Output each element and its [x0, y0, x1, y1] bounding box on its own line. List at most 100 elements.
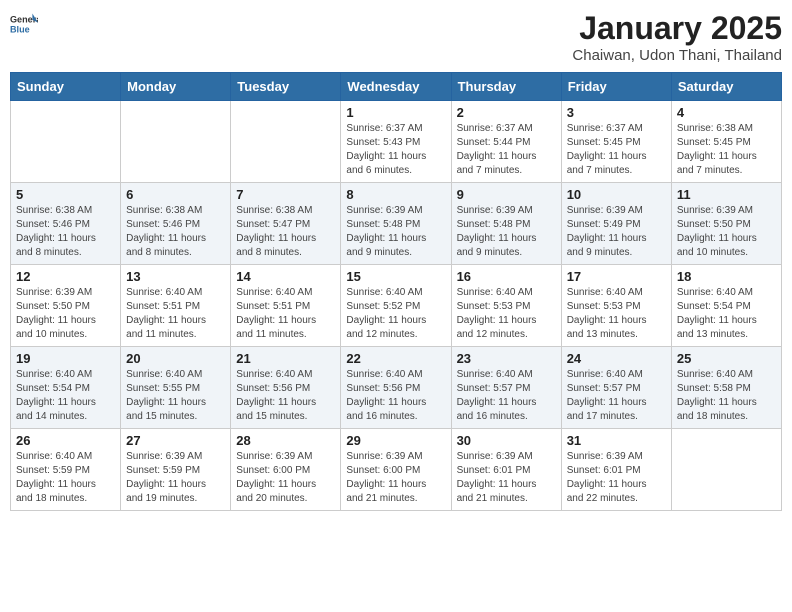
day-number: 21: [236, 351, 335, 366]
sub-title: Chaiwan, Udon Thani, Thailand: [572, 47, 782, 64]
day-number: 5: [16, 187, 115, 202]
day-number: 15: [346, 269, 445, 284]
calendar-day-cell: [231, 101, 341, 183]
calendar-day-cell: 4 Sunrise: 6:38 AMSunset: 5:45 PMDayligh…: [671, 101, 781, 183]
calendar-week-row: 1 Sunrise: 6:37 AMSunset: 5:43 PMDayligh…: [11, 101, 782, 183]
calendar-day-cell: [121, 101, 231, 183]
day-info: Sunrise: 6:38 AMSunset: 5:47 PMDaylight:…: [236, 204, 335, 260]
calendar-day-cell: 26 Sunrise: 6:40 AMSunset: 5:59 PMDaylig…: [11, 429, 121, 511]
day-number: 10: [567, 187, 666, 202]
day-info: Sunrise: 6:40 AMSunset: 5:53 PMDaylight:…: [457, 286, 556, 342]
day-info: Sunrise: 6:39 AMSunset: 5:50 PMDaylight:…: [16, 286, 115, 342]
calendar-day-cell: 30 Sunrise: 6:39 AMSunset: 6:01 PMDaylig…: [451, 429, 561, 511]
day-number: 12: [16, 269, 115, 284]
day-header-tuesday: Tuesday: [231, 73, 341, 101]
calendar-day-cell: 16 Sunrise: 6:40 AMSunset: 5:53 PMDaylig…: [451, 265, 561, 347]
day-number: 22: [346, 351, 445, 366]
day-number: 1: [346, 105, 445, 120]
calendar-header-row: SundayMondayTuesdayWednesdayThursdayFrid…: [11, 73, 782, 101]
day-number: 2: [457, 105, 556, 120]
calendar-day-cell: 8 Sunrise: 6:39 AMSunset: 5:48 PMDayligh…: [341, 183, 451, 265]
calendar-day-cell: 17 Sunrise: 6:40 AMSunset: 5:53 PMDaylig…: [561, 265, 671, 347]
day-info: Sunrise: 6:40 AMSunset: 5:51 PMDaylight:…: [236, 286, 335, 342]
day-info: Sunrise: 6:37 AMSunset: 5:43 PMDaylight:…: [346, 122, 445, 178]
calendar-day-cell: 3 Sunrise: 6:37 AMSunset: 5:45 PMDayligh…: [561, 101, 671, 183]
calendar-day-cell: 22 Sunrise: 6:40 AMSunset: 5:56 PMDaylig…: [341, 347, 451, 429]
day-header-sunday: Sunday: [11, 73, 121, 101]
day-info: Sunrise: 6:39 AMSunset: 6:00 PMDaylight:…: [346, 450, 445, 506]
day-info: Sunrise: 6:40 AMSunset: 5:54 PMDaylight:…: [677, 286, 776, 342]
calendar-day-cell: 27 Sunrise: 6:39 AMSunset: 5:59 PMDaylig…: [121, 429, 231, 511]
day-header-thursday: Thursday: [451, 73, 561, 101]
calendar-day-cell: 31 Sunrise: 6:39 AMSunset: 6:01 PMDaylig…: [561, 429, 671, 511]
day-number: 30: [457, 433, 556, 448]
day-number: 24: [567, 351, 666, 366]
day-info: Sunrise: 6:37 AMSunset: 5:44 PMDaylight:…: [457, 122, 556, 178]
page-header: General Blue January 2025 Chaiwan, Udon …: [10, 10, 782, 64]
day-header-saturday: Saturday: [671, 73, 781, 101]
calendar-week-row: 26 Sunrise: 6:40 AMSunset: 5:59 PMDaylig…: [11, 429, 782, 511]
day-info: Sunrise: 6:40 AMSunset: 5:57 PMDaylight:…: [567, 368, 666, 424]
day-number: 18: [677, 269, 776, 284]
day-info: Sunrise: 6:40 AMSunset: 5:52 PMDaylight:…: [346, 286, 445, 342]
calendar-day-cell: 24 Sunrise: 6:40 AMSunset: 5:57 PMDaylig…: [561, 347, 671, 429]
day-number: 20: [126, 351, 225, 366]
day-info: Sunrise: 6:40 AMSunset: 5:53 PMDaylight:…: [567, 286, 666, 342]
calendar-day-cell: 5 Sunrise: 6:38 AMSunset: 5:46 PMDayligh…: [11, 183, 121, 265]
calendar-day-cell: 18 Sunrise: 6:40 AMSunset: 5:54 PMDaylig…: [671, 265, 781, 347]
day-info: Sunrise: 6:39 AMSunset: 6:01 PMDaylight:…: [567, 450, 666, 506]
calendar-day-cell: 29 Sunrise: 6:39 AMSunset: 6:00 PMDaylig…: [341, 429, 451, 511]
day-number: 17: [567, 269, 666, 284]
day-info: Sunrise: 6:38 AMSunset: 5:46 PMDaylight:…: [126, 204, 225, 260]
calendar-day-cell: 20 Sunrise: 6:40 AMSunset: 5:55 PMDaylig…: [121, 347, 231, 429]
day-number: 6: [126, 187, 225, 202]
day-info: Sunrise: 6:39 AMSunset: 5:48 PMDaylight:…: [346, 204, 445, 260]
calendar-week-row: 5 Sunrise: 6:38 AMSunset: 5:46 PMDayligh…: [11, 183, 782, 265]
day-number: 27: [126, 433, 225, 448]
calendar-day-cell: 7 Sunrise: 6:38 AMSunset: 5:47 PMDayligh…: [231, 183, 341, 265]
day-header-friday: Friday: [561, 73, 671, 101]
calendar-day-cell: 6 Sunrise: 6:38 AMSunset: 5:46 PMDayligh…: [121, 183, 231, 265]
title-block: January 2025 Chaiwan, Udon Thani, Thaila…: [572, 10, 782, 64]
day-info: Sunrise: 6:39 AMSunset: 6:00 PMDaylight:…: [236, 450, 335, 506]
calendar-day-cell: 9 Sunrise: 6:39 AMSunset: 5:48 PMDayligh…: [451, 183, 561, 265]
day-number: 13: [126, 269, 225, 284]
day-info: Sunrise: 6:38 AMSunset: 5:46 PMDaylight:…: [16, 204, 115, 260]
day-number: 25: [677, 351, 776, 366]
calendar-day-cell: 21 Sunrise: 6:40 AMSunset: 5:56 PMDaylig…: [231, 347, 341, 429]
day-number: 16: [457, 269, 556, 284]
day-number: 4: [677, 105, 776, 120]
day-number: 26: [16, 433, 115, 448]
calendar-day-cell: 13 Sunrise: 6:40 AMSunset: 5:51 PMDaylig…: [121, 265, 231, 347]
day-info: Sunrise: 6:40 AMSunset: 5:56 PMDaylight:…: [346, 368, 445, 424]
day-info: Sunrise: 6:37 AMSunset: 5:45 PMDaylight:…: [567, 122, 666, 178]
calendar-day-cell: 12 Sunrise: 6:39 AMSunset: 5:50 PMDaylig…: [11, 265, 121, 347]
calendar-day-cell: 25 Sunrise: 6:40 AMSunset: 5:58 PMDaylig…: [671, 347, 781, 429]
calendar-day-cell: 10 Sunrise: 6:39 AMSunset: 5:49 PMDaylig…: [561, 183, 671, 265]
calendar-day-cell: [11, 101, 121, 183]
calendar-day-cell: 1 Sunrise: 6:37 AMSunset: 5:43 PMDayligh…: [341, 101, 451, 183]
day-number: 28: [236, 433, 335, 448]
logo: General Blue: [10, 10, 38, 38]
day-info: Sunrise: 6:40 AMSunset: 5:57 PMDaylight:…: [457, 368, 556, 424]
day-number: 8: [346, 187, 445, 202]
day-info: Sunrise: 6:40 AMSunset: 5:54 PMDaylight:…: [16, 368, 115, 424]
day-info: Sunrise: 6:40 AMSunset: 5:58 PMDaylight:…: [677, 368, 776, 424]
day-info: Sunrise: 6:39 AMSunset: 6:01 PMDaylight:…: [457, 450, 556, 506]
day-number: 14: [236, 269, 335, 284]
day-info: Sunrise: 6:39 AMSunset: 5:50 PMDaylight:…: [677, 204, 776, 260]
day-info: Sunrise: 6:39 AMSunset: 5:59 PMDaylight:…: [126, 450, 225, 506]
calendar-day-cell: 2 Sunrise: 6:37 AMSunset: 5:44 PMDayligh…: [451, 101, 561, 183]
day-number: 9: [457, 187, 556, 202]
day-info: Sunrise: 6:38 AMSunset: 5:45 PMDaylight:…: [677, 122, 776, 178]
calendar-week-row: 12 Sunrise: 6:39 AMSunset: 5:50 PMDaylig…: [11, 265, 782, 347]
day-number: 31: [567, 433, 666, 448]
day-info: Sunrise: 6:39 AMSunset: 5:48 PMDaylight:…: [457, 204, 556, 260]
calendar-week-row: 19 Sunrise: 6:40 AMSunset: 5:54 PMDaylig…: [11, 347, 782, 429]
day-info: Sunrise: 6:40 AMSunset: 5:55 PMDaylight:…: [126, 368, 225, 424]
day-header-wednesday: Wednesday: [341, 73, 451, 101]
day-info: Sunrise: 6:40 AMSunset: 5:56 PMDaylight:…: [236, 368, 335, 424]
day-number: 7: [236, 187, 335, 202]
calendar-table: SundayMondayTuesdayWednesdayThursdayFrid…: [10, 72, 782, 511]
day-header-monday: Monday: [121, 73, 231, 101]
